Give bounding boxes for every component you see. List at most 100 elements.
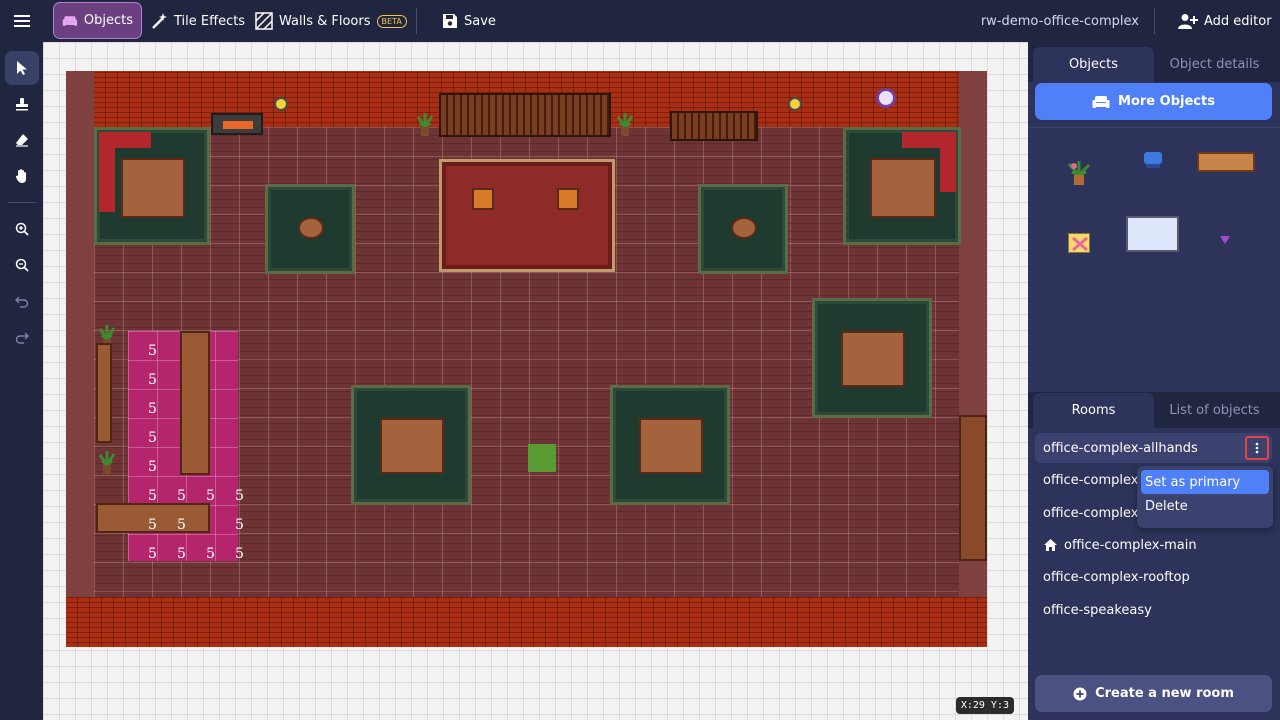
redo-button[interactable] (5, 320, 39, 354)
walls-floors-label: Walls & Floors (279, 13, 371, 29)
lounge-seat-number: 5 (235, 516, 244, 533)
hatch-pattern-icon (255, 12, 273, 30)
plant-object-thumbnail[interactable] (1066, 159, 1092, 187)
floppy-disk-icon (443, 14, 457, 28)
armchair (472, 188, 494, 210)
lounge-seat-number: 5 (206, 487, 215, 504)
lounge-seat-number: 5 (235, 487, 244, 504)
tab-object-details[interactable]: Object details (1154, 47, 1275, 82)
undo-icon (15, 296, 29, 308)
meeting-rug (610, 385, 730, 505)
hand-tool-button[interactable] (5, 159, 39, 193)
room-name: office-complex- (1043, 505, 1144, 521)
lounge-seat-number: 5 (148, 371, 157, 388)
walls-floors-button[interactable]: Walls & Floors BETA (255, 0, 407, 42)
zoom-out-icon (15, 258, 29, 272)
room-name: office-complex-allhands (1043, 440, 1198, 456)
objects-tabs: Objects Object details (1033, 47, 1275, 82)
zoom-out-button[interactable] (5, 248, 39, 282)
beta-badge: BETA (376, 14, 407, 28)
meeting-rug (351, 385, 471, 505)
set-as-primary-option[interactable]: Set as primary (1141, 470, 1269, 494)
hamburger-icon (14, 15, 30, 27)
eraser-tool-button[interactable] (5, 123, 39, 157)
top-left-rug (94, 127, 210, 245)
tab-rooms[interactable]: Rooms (1033, 393, 1154, 428)
room-name: office-complex-main (1064, 537, 1197, 553)
eraser-icon (16, 134, 28, 147)
round-table-rug (265, 184, 355, 274)
lounge-seat-number: 5 (177, 516, 186, 533)
objects-divider (1028, 127, 1280, 128)
objects-mode-button[interactable]: Objects (53, 2, 142, 39)
potted-plant (616, 113, 634, 136)
room-item-rooftop[interactable]: office-complex-rooftop (1035, 562, 1272, 592)
tile-effects-button[interactable]: Tile Effects (150, 0, 245, 42)
meeting-table (639, 418, 703, 474)
meeting-rug (812, 298, 932, 418)
tab-list-of-objects[interactable]: List of objects (1154, 393, 1275, 428)
map-canvas[interactable]: 5 5 5 5 5 5 5 5 5 5 5 5 5 5 5 5 X:29 Y:3 (43, 42, 1028, 720)
cursor-arrow-icon (17, 61, 27, 75)
room-item-allhands[interactable]: office-complex-allhands (1035, 433, 1272, 463)
blue-chair-thumbnail[interactable] (1142, 150, 1164, 170)
meeting-table (870, 158, 936, 218)
room-item-speakeasy[interactable]: office-speakeasy (1035, 595, 1272, 625)
room-options-button[interactable] (1245, 436, 1269, 460)
meeting-table (121, 158, 185, 218)
lounge-seat-number: 5 (148, 400, 157, 417)
vertical-dots-icon (1255, 442, 1259, 454)
right-panel: Objects Object details More Objects Room… (1028, 42, 1280, 720)
fire-flames (223, 121, 253, 129)
lounge-seat-number: 5 (148, 342, 157, 359)
selected-tile[interactable] (528, 444, 556, 472)
top-bar: Objects Tile Effects Walls & Floors BETA… (0, 0, 1280, 42)
toolbar-divider (416, 8, 417, 34)
save-button[interactable]: Save (442, 0, 496, 42)
objects-pane: More Objects (1028, 82, 1280, 392)
delete-room-option[interactable]: Delete (1141, 494, 1269, 518)
toolbar-divider (1154, 8, 1155, 34)
sticky-note-thumbnail[interactable] (1068, 233, 1090, 253)
bookshelves (439, 93, 611, 137)
add-editor-button[interactable]: Add editor (1178, 0, 1272, 42)
room-name: office-complex-rooftop (1043, 569, 1190, 585)
zoom-in-icon (15, 222, 29, 236)
floor-lamp (788, 97, 802, 111)
hand-icon (15, 169, 26, 183)
more-objects-label: More Objects (1118, 94, 1215, 109)
bench (96, 343, 112, 443)
room-name: office-complex- (1043, 472, 1144, 488)
room-context-menu: Set as primary Delete (1137, 466, 1273, 528)
lounge-seat-number: 5 (206, 545, 215, 562)
red-sofa (940, 132, 956, 192)
meeting-table (380, 418, 444, 474)
office-map[interactable]: 5 5 5 5 5 5 5 5 5 5 5 5 5 5 5 5 (66, 71, 987, 647)
room-item-main[interactable]: office-complex-main (1035, 530, 1272, 560)
bottom-brick-wall (66, 597, 987, 647)
rooms-pane: office-complex-allhands office-complex- … (1028, 428, 1280, 720)
wooden-table-thumbnail[interactable] (1197, 152, 1255, 172)
create-room-button[interactable]: Create a new room (1035, 675, 1272, 712)
tab-objects[interactable]: Objects (1033, 47, 1154, 82)
undo-button[interactable] (5, 284, 39, 318)
select-tool-button[interactable] (5, 51, 39, 85)
lounge-seat-number: 5 (148, 516, 157, 533)
more-objects-button[interactable]: More Objects (1035, 83, 1272, 120)
whiteboard-thumbnail[interactable] (1126, 216, 1179, 252)
stamp-tool-button[interactable] (5, 87, 39, 121)
main-menu-button[interactable] (10, 0, 34, 42)
red-sofa (99, 132, 115, 212)
home-icon (1044, 539, 1057, 551)
meeting-table (841, 331, 905, 387)
top-right-rug (843, 127, 961, 245)
zoom-in-button[interactable] (5, 212, 39, 246)
lounge-seat-number: 5 (148, 487, 157, 504)
purple-gem-thumbnail[interactable] (1219, 235, 1231, 245)
room-name: office-speakeasy (1043, 602, 1152, 618)
cursor-coordinates: X:29 Y:3 (955, 697, 1014, 714)
x-mark-icon (1072, 236, 1088, 252)
tile-effects-label: Tile Effects (174, 13, 246, 29)
armchair-icon (62, 15, 78, 26)
objects-mode-label: Objects (83, 13, 133, 28)
